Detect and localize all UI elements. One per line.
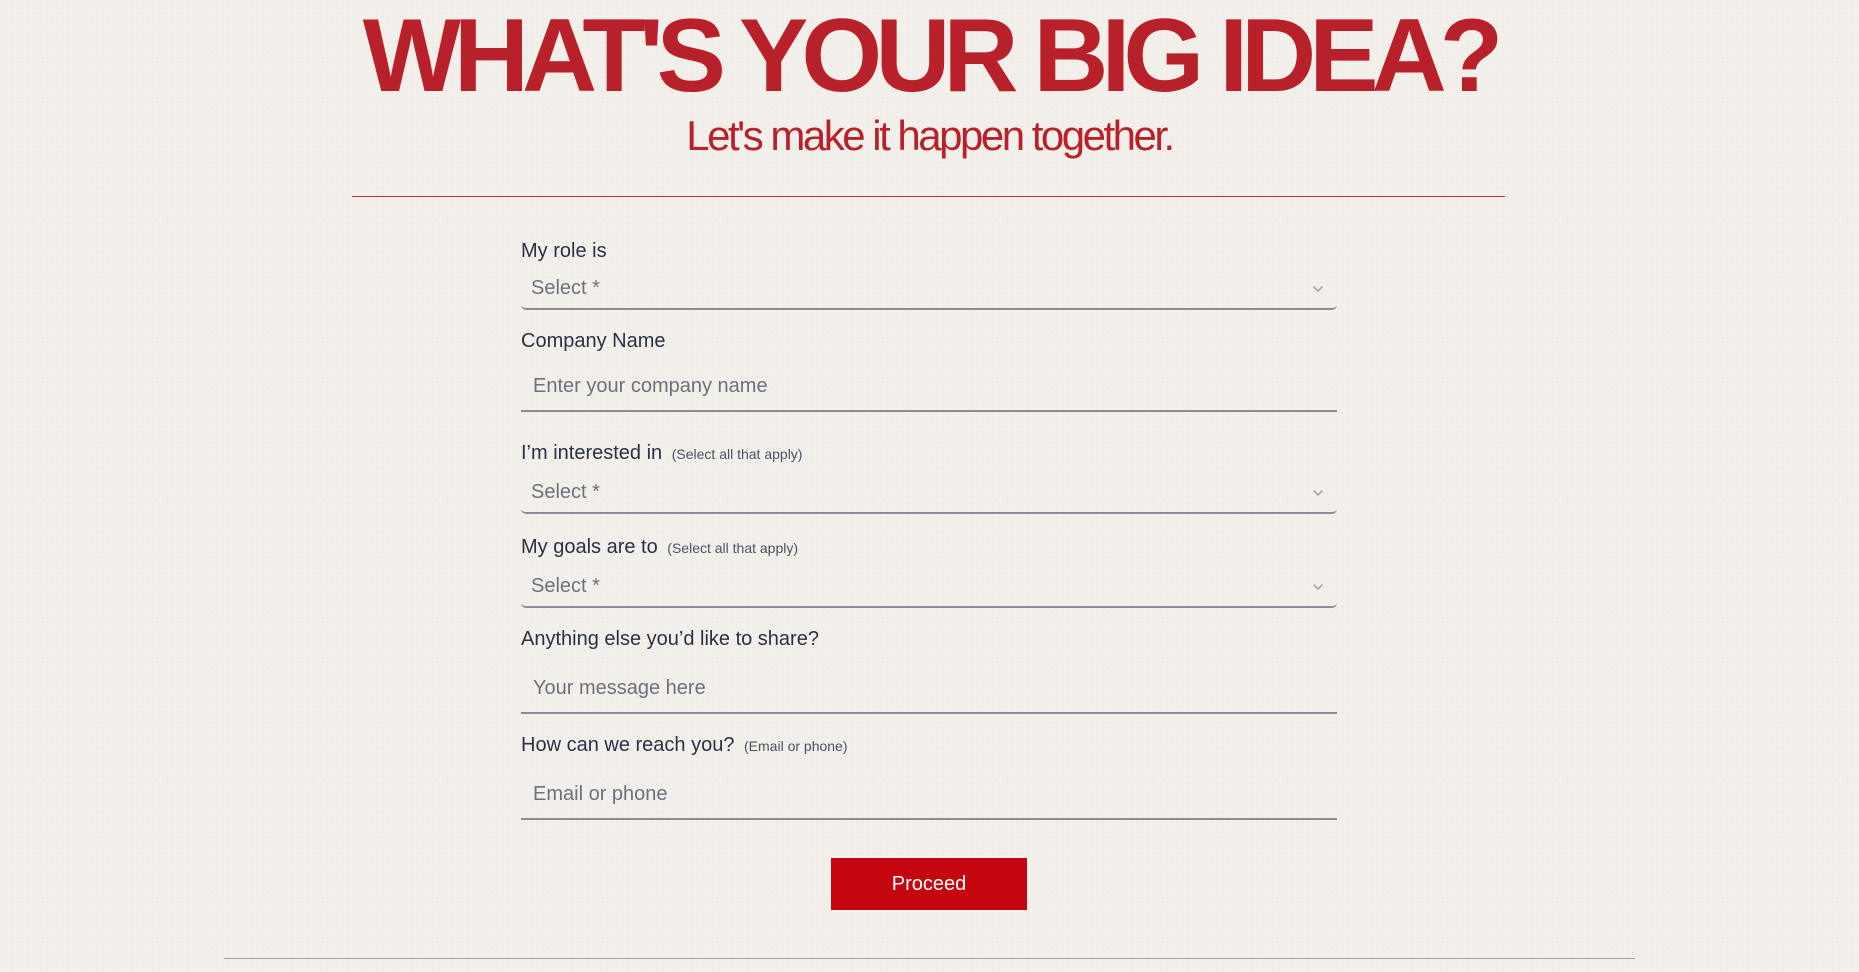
message-label: Anything else you’d like to share?: [521, 628, 819, 651]
proceed-button[interactable]: Proceed: [831, 858, 1027, 910]
goals-select[interactable]: Select *: [521, 570, 1337, 608]
bottom-divider: [224, 958, 1635, 959]
chevron-down-icon: [1313, 490, 1323, 496]
page-title: WHAT'S YOUR BIG IDEA?: [362, 0, 1503, 114]
company-label: Company Name: [521, 330, 666, 353]
role-select-value: Select *: [531, 277, 600, 299]
interests-select[interactable]: Select *: [521, 476, 1337, 514]
interests-label: I’m interested in (Select all that apply…: [521, 442, 802, 465]
interests-hint: (Select all that apply): [671, 446, 803, 462]
interests-select-value: Select *: [531, 481, 600, 503]
contact-label: How can we reach you? (Email or phone): [521, 734, 848, 757]
top-divider: [352, 196, 1505, 197]
contact-hint: (Email or phone): [744, 738, 848, 754]
role-label: My role is: [521, 240, 607, 263]
chevron-down-icon: [1313, 584, 1323, 590]
interests-label-text: I’m interested in: [521, 442, 663, 464]
company-name-input[interactable]: [521, 362, 1337, 412]
message-input[interactable]: [521, 664, 1337, 714]
contact-input[interactable]: [521, 770, 1337, 820]
goals-select-value: Select *: [531, 575, 600, 597]
role-label-text: My role is: [521, 240, 607, 262]
contact-label-text: How can we reach you?: [521, 734, 735, 756]
message-label-text: Anything else you’d like to share?: [521, 628, 819, 650]
company-label-text: Company Name: [521, 330, 666, 352]
goals-label-text: My goals are to: [521, 536, 658, 558]
goals-label: My goals are to (Select all that apply): [521, 536, 798, 559]
goals-hint: (Select all that apply): [667, 540, 799, 556]
chevron-down-icon: [1313, 286, 1323, 292]
role-select[interactable]: Select *: [521, 272, 1337, 310]
page-subtitle: Let's make it happen together.: [686, 112, 1175, 159]
